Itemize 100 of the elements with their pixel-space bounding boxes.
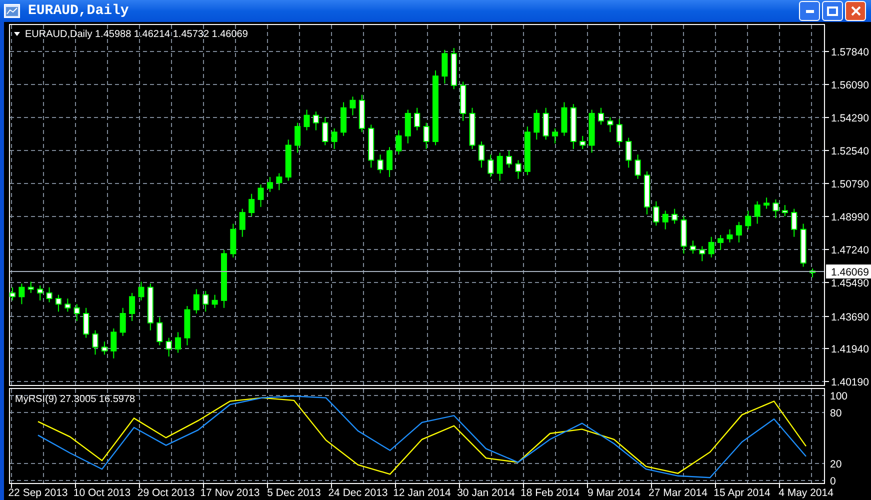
price-axis-label: 1.48990: [831, 212, 869, 224]
indicator-axis-label: 80: [830, 408, 842, 420]
ref-line-label: 1.46069: [831, 266, 870, 278]
candlestick: [496, 152, 503, 182]
price-axis-label: 1.50790: [831, 178, 869, 190]
candlestick: [28, 281, 34, 294]
date-axis-label: 15 Apr 2014: [714, 487, 770, 499]
date-axis-label: 29 Oct 2013: [137, 487, 195, 499]
candlestick: [101, 341, 108, 356]
date-axis-label: 4 May 2014: [778, 487, 834, 499]
price-axis-label: 1.56090: [831, 80, 869, 92]
candlestick: [83, 307, 90, 338]
date-axis-label: 9 Mar 2014: [587, 487, 641, 499]
candlestick: [772, 198, 779, 219]
candlestick: [258, 184, 264, 208]
candlestick: [634, 154, 641, 180]
candlestick: [46, 286, 52, 303]
candlestick: [193, 288, 200, 314]
minimize-icon: [806, 10, 814, 12]
price-axis-label: 1.47240: [831, 244, 869, 256]
candlestick: [745, 210, 752, 230]
indicator-axis-label: 0: [830, 476, 836, 488]
date-axis-label: 22 Sep 2013: [8, 487, 68, 499]
candlestick: [37, 284, 44, 301]
date-axis-label: 10 Oct 2013: [73, 487, 131, 499]
candlestick: [10, 286, 16, 301]
candlestick: [304, 109, 310, 131]
candlestick: [718, 234, 724, 250]
candlestick: [442, 49, 448, 84]
date-axis-label: 27 Mar 2014: [648, 487, 708, 499]
candlestick: [294, 122, 301, 154]
close-button[interactable]: [845, 1, 866, 21]
price-axis-label: 1.57840: [831, 46, 869, 58]
minimize-button[interactable]: [799, 1, 820, 21]
date-axis-label: 17 Nov 2013: [200, 487, 260, 499]
candlestick: [129, 292, 136, 322]
candlestick: [138, 281, 144, 301]
candlestick: [74, 304, 80, 322]
candlestick: [699, 246, 706, 262]
candlestick: [175, 332, 182, 354]
candlestick: [331, 128, 338, 150]
candlestick: [166, 337, 172, 358]
price-axis-label: 1.54290: [831, 112, 869, 124]
date-axis-label: 24 Dec 2013: [328, 487, 388, 499]
date-axis-label: 12 Jan 2014: [393, 487, 451, 499]
candlestick: [414, 107, 420, 131]
close-icon: [850, 6, 860, 16]
candlestick: [478, 140, 484, 168]
candlestick: [726, 228, 733, 243]
candlestick: [782, 204, 788, 217]
window-title: EURAUD,Daily: [28, 2, 129, 20]
price-axis-label: 1.52540: [831, 146, 869, 158]
candlestick: [552, 128, 558, 144]
candlestick: [386, 146, 393, 178]
date-axis-label: 5 Dec 2013: [267, 487, 321, 499]
candlestick: [396, 130, 402, 156]
candlestick: [542, 107, 549, 140]
price-axis-label: 1.40190: [831, 376, 869, 387]
candlestick: [350, 96, 356, 116]
candlestick: [120, 307, 126, 336]
chart-window-icon: [4, 4, 20, 18]
indicator-label: MyRSI(9) 27.3005 16.5978: [15, 394, 136, 405]
indicator-axis-label: 20: [830, 458, 842, 470]
indicator-axis-label: 100: [830, 390, 848, 402]
candlestick: [626, 137, 632, 168]
candlestick: [515, 160, 522, 180]
candlestick: [580, 135, 586, 150]
candlestick: [534, 109, 540, 140]
candlestick: [92, 330, 98, 356]
candlestick: [377, 154, 384, 174]
candlestick: [616, 118, 622, 146]
candlestick: [239, 208, 246, 238]
candlestick: [764, 197, 770, 210]
current-price-label: 1.46069: [826, 264, 871, 278]
candlestick: [598, 107, 604, 126]
price-axis-label: 1.41940: [831, 344, 869, 356]
candlestick: [322, 116, 328, 146]
candlestick: [690, 240, 696, 254]
date-axis-label: 18 Feb 2014: [520, 487, 580, 499]
candlestick: [662, 210, 668, 230]
candlestick: [55, 294, 62, 312]
candlestick: [672, 208, 678, 224]
candlestick: [754, 200, 760, 224]
dropdown-triangle-icon[interactable]: [14, 32, 20, 36]
candlestick: [18, 283, 25, 305]
candlestick: [736, 221, 742, 243]
candlestick: [248, 193, 255, 217]
candlestick: [156, 316, 163, 346]
candlestick: [212, 294, 218, 308]
date-axis-label: 30 Jan 2014: [457, 487, 515, 499]
symbol-label: EURAUD,Daily: [25, 29, 92, 40]
candlestick: [708, 236, 714, 258]
candlestick: [64, 298, 71, 312]
candlestick: [110, 328, 117, 359]
maximize-button[interactable]: [822, 1, 843, 21]
candlestick: [312, 111, 319, 131]
price-axis-label: 1.43690: [831, 312, 869, 324]
candlestick: [488, 154, 494, 178]
candlestick: [506, 150, 512, 168]
candlestick: [276, 172, 282, 191]
